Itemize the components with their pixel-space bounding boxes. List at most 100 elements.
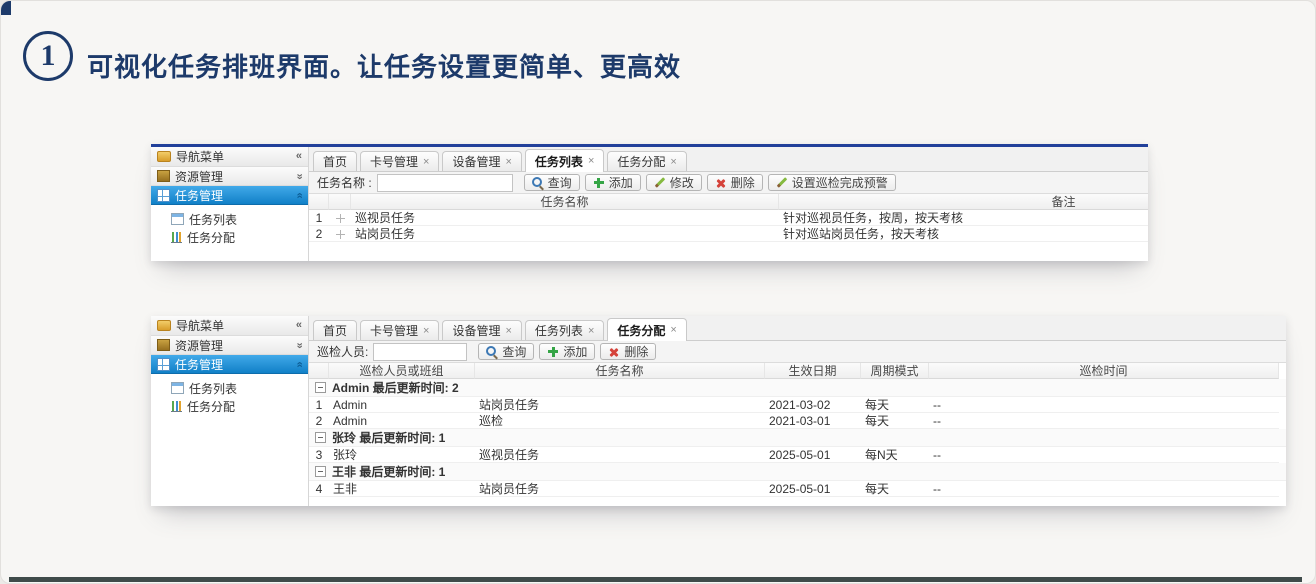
- task-cell: 巡检: [475, 413, 765, 429]
- nav-header-label: 导航菜单: [176, 148, 224, 165]
- toolbar: 任务名称 : 查询 添加 修改 删除: [309, 172, 1148, 194]
- delete-button[interactable]: 删除: [707, 174, 763, 191]
- time-cell: --: [929, 413, 1279, 429]
- tab-close-icon[interactable]: ×: [670, 324, 676, 336]
- resource-icon: [157, 170, 170, 182]
- tab-close-icon[interactable]: ×: [423, 325, 429, 337]
- step-number: 1: [41, 39, 56, 73]
- collapse-group-icon[interactable]: [315, 466, 326, 477]
- sidebar-item-task-list[interactable]: 任务列表: [151, 210, 308, 228]
- main-panel: 首页 卡号管理 × 设备管理 × 任务列表 × 任务分配 ×: [309, 147, 1148, 261]
- chevron-up-icon: «: [293, 361, 304, 367]
- task-mgmt-icon: [157, 189, 170, 202]
- group-row[interactable]: Admin 最后更新时间: 2: [309, 379, 1286, 397]
- collapse-group-icon[interactable]: [315, 432, 326, 443]
- inspector-label: 巡检人员:: [317, 343, 368, 360]
- time-cell: --: [929, 397, 1279, 413]
- tab-card-mgmt[interactable]: 卡号管理 ×: [360, 320, 439, 340]
- query-button[interactable]: 查询: [524, 174, 580, 191]
- table-row[interactable]: 2 Admin 巡检 2021-03-01 每天 --: [309, 413, 1286, 429]
- column-header-cycle[interactable]: 周期模式: [861, 363, 929, 379]
- sidebar-item-task-assign[interactable]: 任务分配: [151, 397, 308, 415]
- task-name-input[interactable]: [377, 174, 513, 192]
- nav-group-resource[interactable]: 资源管理 »: [151, 167, 308, 186]
- tab-task-list[interactable]: 任务列表 ×: [525, 149, 604, 172]
- edit-icon: [654, 177, 666, 189]
- sidebar-item-task-list[interactable]: 任务列表: [151, 379, 308, 397]
- date-cell: 2025-05-01: [765, 447, 861, 463]
- sidebar-item-label: 任务分配: [187, 229, 235, 246]
- task-assign-window: 导航菜单 « 资源管理 » 任务管理 «: [151, 316, 1286, 506]
- delete-icon: [715, 177, 727, 189]
- tab-close-icon[interactable]: ×: [423, 156, 429, 168]
- column-header-date[interactable]: 生效日期: [765, 363, 861, 379]
- column-header-remark[interactable]: 备注: [779, 194, 1148, 210]
- nav-sidebar: 导航菜单 « 资源管理 » 任务管理 «: [151, 147, 309, 261]
- tab-card-mgmt[interactable]: 卡号管理 ×: [360, 151, 439, 171]
- person-cell: 张玲: [329, 447, 475, 463]
- tab-close-icon[interactable]: ×: [670, 156, 676, 168]
- add-icon: [593, 177, 605, 189]
- task-mgmt-icon: [157, 358, 170, 371]
- sidebar-item-label: 任务列表: [189, 211, 237, 228]
- task-name-cell: 站岗员任务: [351, 226, 779, 242]
- expand-row-icon[interactable]: [335, 213, 346, 224]
- nav-header-label: 导航菜单: [176, 317, 224, 334]
- tab-home[interactable]: 首页: [313, 151, 357, 171]
- tab-device-mgmt[interactable]: 设备管理 ×: [442, 320, 521, 340]
- nav-group-task[interactable]: 任务管理 «: [151, 355, 308, 374]
- time-cell: --: [929, 447, 1279, 463]
- set-inspection-warning-button[interactable]: 设置巡检完成预警: [768, 174, 896, 191]
- expand-row-icon[interactable]: [335, 229, 346, 240]
- delete-button[interactable]: 删除: [600, 343, 656, 360]
- table-row[interactable]: 1 巡视员任务 针对巡视员任务，按周，按天考核: [309, 210, 1148, 226]
- grid-header-row: 任务名称 备注: [309, 194, 1148, 210]
- add-button[interactable]: 添加: [539, 343, 595, 360]
- tab-close-icon[interactable]: ×: [505, 156, 511, 168]
- column-header-time[interactable]: 巡检时间: [929, 363, 1279, 379]
- task-list-grid: 任务名称 备注 1 巡视员任务 针对巡视员任务，按周，按天考核 2 站岗员任务 …: [309, 194, 1148, 261]
- column-header-task-name[interactable]: 任务名称: [351, 194, 779, 210]
- collapse-sidebar-icon[interactable]: «: [296, 151, 302, 162]
- table-row[interactable]: 4 王非 站岗员任务 2025-05-01 每天 --: [309, 481, 1286, 497]
- edit-button[interactable]: 修改: [646, 174, 702, 191]
- tab-task-assign[interactable]: 任务分配 ×: [607, 318, 686, 341]
- group-row[interactable]: 张玲 最后更新时间: 1: [309, 429, 1286, 447]
- tab-close-icon[interactable]: ×: [505, 325, 511, 337]
- tab-task-list[interactable]: 任务列表 ×: [525, 320, 604, 340]
- inspector-input[interactable]: [373, 343, 467, 361]
- query-button[interactable]: 查询: [478, 343, 534, 360]
- tab-device-mgmt[interactable]: 设备管理 ×: [442, 151, 521, 171]
- collapse-sidebar-icon[interactable]: «: [296, 320, 302, 331]
- person-cell: 王非: [329, 481, 475, 497]
- add-icon: [547, 346, 559, 358]
- cycle-cell: 每天: [861, 413, 929, 429]
- chevron-down-icon: »: [293, 342, 304, 348]
- add-button[interactable]: 添加: [585, 174, 641, 191]
- nav-header: 导航菜单 «: [151, 316, 308, 336]
- nav-group-task[interactable]: 任务管理 «: [151, 186, 308, 205]
- column-header-person[interactable]: 巡检人员或班组: [329, 363, 475, 379]
- group-row[interactable]: 王非 最后更新时间: 1: [309, 463, 1286, 481]
- person-cell: Admin: [329, 397, 475, 413]
- remark-cell: 针对巡站岗员任务，按天考核: [779, 226, 1148, 242]
- corner-accent: [1, 1, 11, 15]
- table-row[interactable]: 1 Admin 站岗员任务 2021-03-02 每天 --: [309, 397, 1286, 413]
- tab-task-assign[interactable]: 任务分配 ×: [607, 151, 686, 171]
- task-cell: 巡视员任务: [475, 447, 765, 463]
- tab-bar: 首页 卡号管理 × 设备管理 × 任务列表 × 任务分配 ×: [309, 316, 1286, 341]
- collapse-group-icon[interactable]: [315, 382, 326, 393]
- task-name-label: 任务名称 :: [317, 174, 372, 191]
- date-cell: 2025-05-01: [765, 481, 861, 497]
- nav-group-resource[interactable]: 资源管理 »: [151, 336, 308, 355]
- column-header-task[interactable]: 任务名称: [475, 363, 765, 379]
- resource-icon: [157, 339, 170, 351]
- table-row[interactable]: 2 站岗员任务 针对巡站岗员任务，按天考核: [309, 226, 1148, 242]
- table-row[interactable]: 3 张玲 巡视员任务 2025-05-01 每N天 --: [309, 447, 1286, 463]
- tab-close-icon[interactable]: ×: [588, 155, 594, 167]
- tab-home[interactable]: 首页: [313, 320, 357, 340]
- sidebar-item-task-assign[interactable]: 任务分配: [151, 228, 308, 246]
- tab-close-icon[interactable]: ×: [588, 325, 594, 337]
- task-assign-icon: [171, 401, 182, 412]
- bottom-accent-bar: [9, 577, 1302, 582]
